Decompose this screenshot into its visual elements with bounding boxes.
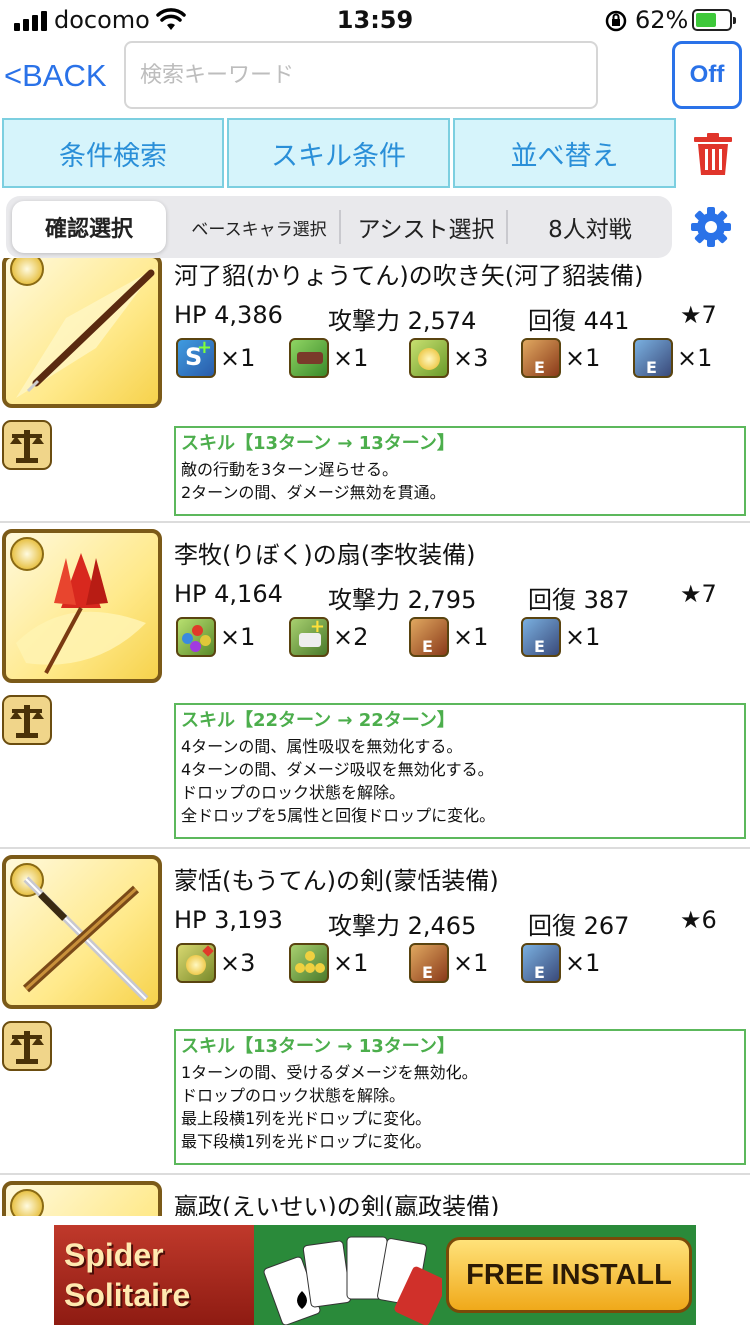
item-thumbnail bbox=[2, 855, 162, 1009]
trash-icon[interactable] bbox=[692, 132, 734, 176]
item-recovery: 回復 441 bbox=[528, 307, 630, 335]
item-hp: HP 4,386 bbox=[174, 301, 283, 329]
skill-line: 4ターンの間、ダメージ吸収を無効化する。 bbox=[181, 760, 494, 779]
list-item[interactable]: 嬴政(えいせい)の剣(嬴政装備) bbox=[0, 1175, 750, 1216]
light-orb-enhance-icon bbox=[409, 338, 449, 378]
awakening-light-row-enhance: ×3 bbox=[176, 943, 255, 983]
skill-title: スキル【13ターン → 13ターン】 bbox=[181, 433, 455, 454]
item-name: 嬴政(えいせい)の剣(嬴政装備) bbox=[174, 1193, 500, 1216]
item-hp: HP 3,193 bbox=[174, 906, 283, 934]
awakening-machine-killer: E ×1 bbox=[633, 338, 712, 378]
rotation-lock-icon bbox=[605, 10, 627, 32]
skill-line: 敵の行動を3ターン遅らせる。 bbox=[181, 460, 399, 479]
segment-confirm-select[interactable]: 確認選択 bbox=[12, 201, 166, 253]
item-name: 蒙恬(もうてん)の剣(蒙恬装備) bbox=[174, 867, 499, 895]
item-attack: 攻撃力 2,795 bbox=[328, 586, 477, 614]
awakening-balance-killer: E ×1 bbox=[521, 338, 600, 378]
item-thumbnail bbox=[2, 258, 162, 408]
back-button[interactable]: <BACK bbox=[4, 58, 107, 94]
list-item[interactable]: 河了貂(かりょうてん)の吹き矢(河了貂装備) HP 4,386 攻撃力 2,57… bbox=[0, 258, 750, 523]
skill-box: スキル【13ターン → 13ターン】 1ターンの間、受けるダメージを無効化。 ド… bbox=[174, 1029, 746, 1165]
skill-line: 1ターンの間、受けるダメージを無効化。 bbox=[181, 1063, 478, 1082]
equip-machine-killer-icon: E bbox=[633, 338, 673, 378]
bind-recovery-icon: + bbox=[289, 616, 329, 657]
battery-icon bbox=[692, 9, 736, 31]
item-name: 李牧(りぼく)の扇(李牧装備) bbox=[174, 541, 476, 569]
skill-title: スキル【22ターン → 22ターン】 bbox=[181, 710, 455, 731]
awakening-machine-killer: E ×1 bbox=[521, 943, 600, 983]
item-attack: 攻撃力 2,465 bbox=[328, 912, 477, 940]
skill-line: 最上段横1列を光ドロップに変化。 bbox=[181, 1109, 432, 1128]
item-thumbnail bbox=[2, 529, 162, 683]
balance-type-icon bbox=[2, 695, 52, 745]
item-rarity: ★7 bbox=[680, 580, 717, 608]
list-item[interactable]: 李牧(りぼく)の扇(李牧装備) HP 4,164 攻撃力 2,795 回復 38… bbox=[0, 523, 750, 849]
awakening-light-orb-plus: ×1 bbox=[289, 943, 368, 983]
skill-box: スキル【13ターン → 13ターン】 敵の行動を3ターン遅らせる。 2ターンの間… bbox=[174, 426, 746, 516]
search-input[interactable] bbox=[124, 41, 598, 109]
selection-mode-control: 確認選択 ベースキャラ選択 アシスト選択 8人対戦 bbox=[6, 196, 672, 258]
light-orb-plus-icon bbox=[289, 943, 329, 983]
playing-cards-icon bbox=[263, 1236, 442, 1325]
ad-logo: Spider Solitaire bbox=[54, 1225, 254, 1325]
settings-gear-icon[interactable] bbox=[690, 206, 732, 248]
awakening-balance-killer: E ×1 bbox=[409, 943, 488, 983]
item-rarity: ★6 bbox=[680, 906, 717, 934]
segment-8-player-battle[interactable]: 8人対戦 bbox=[508, 196, 672, 258]
skill-boost-icon: S + bbox=[176, 337, 216, 378]
list-item[interactable]: 蒙恬(もうてん)の剣(蒙恬装備) HP 3,193 攻撃力 2,465 回復 2… bbox=[0, 849, 750, 1175]
awakening-light-orb-enhance: ×3 bbox=[409, 338, 488, 378]
item-hp: HP 4,164 bbox=[174, 580, 283, 608]
awakening-machine-killer: E ×1 bbox=[521, 617, 600, 657]
equip-machine-killer-icon: E bbox=[521, 617, 561, 657]
awakening-multi-color-orb: ×1 bbox=[176, 617, 255, 657]
equip-machine-killer-icon: E bbox=[521, 943, 561, 983]
skill-line: ドロップのロック状態を解除。 bbox=[181, 1086, 406, 1105]
segment-assist-select[interactable]: アシスト選択 bbox=[342, 196, 510, 258]
skill-line: 全ドロップを5属性と回復ドロップに変化。 bbox=[181, 806, 496, 825]
equipment-list: 河了貂(かりょうてん)の吹き矢(河了貂装備) HP 4,386 攻撃力 2,57… bbox=[0, 258, 750, 1216]
item-recovery: 回復 267 bbox=[528, 912, 630, 940]
multi-color-orb-icon bbox=[176, 617, 216, 657]
equip-balance-killer-icon: E bbox=[409, 617, 449, 657]
toggle-off-button[interactable]: Off bbox=[672, 41, 742, 109]
skill-line: ドロップのロック状態を解除。 bbox=[181, 783, 406, 802]
skill-line: 2ターンの間、ダメージ無効を貫通。 bbox=[181, 483, 446, 502]
balance-type-icon bbox=[2, 420, 52, 470]
segment-base-character-select[interactable]: ベースキャラ選択 bbox=[174, 196, 344, 258]
status-bar: docomo 13:59 62% bbox=[0, 0, 750, 40]
balance-type-icon bbox=[2, 1021, 52, 1071]
light-row-enhance-icon bbox=[176, 943, 216, 983]
skill-line: 最下段横1列を光ドロップに変化。 bbox=[181, 1132, 432, 1151]
item-recovery: 回復 387 bbox=[528, 586, 630, 614]
bind-resist-icon bbox=[289, 338, 329, 378]
awakening-balance-killer: E ×1 bbox=[409, 617, 488, 657]
skill-line: 4ターンの間、属性吸収を無効化する。 bbox=[181, 737, 463, 756]
item-name: 河了貂(かりょうてん)の吹き矢(河了貂装備) bbox=[174, 262, 644, 290]
condition-search-button[interactable]: 条件検索 bbox=[2, 118, 224, 188]
awakening-skill-boost: S + ×1 bbox=[176, 337, 255, 378]
skill-title: スキル【13ターン → 13ターン】 bbox=[181, 1036, 455, 1057]
equip-balance-killer-icon: E bbox=[409, 943, 449, 983]
battery-percentage: 62% bbox=[635, 6, 689, 34]
skill-box: スキル【22ターン → 22ターン】 4ターンの間、属性吸収を無効化する。 4タ… bbox=[174, 703, 746, 839]
item-thumbnail bbox=[2, 1181, 162, 1216]
awakening-bind-resist: ×1 bbox=[289, 338, 368, 378]
item-attack: 攻撃力 2,574 bbox=[328, 307, 477, 335]
skill-condition-button[interactable]: スキル条件 bbox=[227, 118, 450, 188]
ad-install-button[interactable]: FREE INSTALL bbox=[446, 1237, 692, 1313]
sort-button[interactable]: 並べ替え bbox=[453, 118, 676, 188]
ad-banner[interactable]: Spider Solitaire FREE INSTALL bbox=[54, 1225, 696, 1325]
awakening-bind-recovery: + ×2 bbox=[289, 616, 368, 657]
equip-balance-killer-icon: E bbox=[521, 338, 561, 378]
item-rarity: ★7 bbox=[680, 301, 717, 329]
